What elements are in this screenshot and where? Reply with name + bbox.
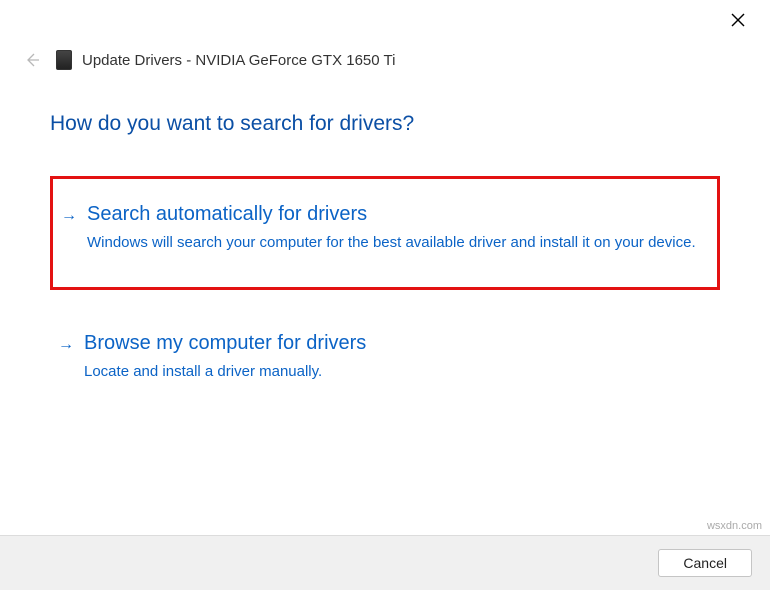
window-title: Update Drivers - NVIDIA GeForce GTX 1650… — [82, 52, 395, 69]
cancel-button[interactable]: Cancel — [658, 549, 752, 577]
option-body: Browse my computer for drivers Locate an… — [84, 332, 706, 382]
option-search-automatically[interactable]: → Search automatically for drivers Windo… — [50, 176, 720, 290]
option-browse-computer[interactable]: → Browse my computer for drivers Locate … — [50, 314, 720, 402]
device-icon — [56, 50, 72, 70]
option-description: Locate and install a driver manually. — [84, 361, 706, 382]
footer: Cancel — [0, 535, 770, 590]
back-button[interactable] — [20, 48, 44, 72]
option-body: Search automatically for drivers Windows… — [87, 203, 703, 253]
watermark: wsxdn.com — [707, 520, 762, 532]
close-button[interactable] — [728, 10, 748, 30]
arrow-right-icon: → — [61, 207, 77, 225]
arrow-left-icon — [24, 52, 40, 68]
close-icon — [731, 13, 745, 27]
content-area: How do you want to search for drivers? →… — [0, 72, 770, 402]
option-title: Search automatically for drivers — [87, 203, 703, 226]
arrow-right-icon: → — [58, 336, 74, 354]
option-title: Browse my computer for drivers — [84, 332, 706, 355]
option-description: Windows will search your computer for th… — [87, 232, 703, 253]
header: Update Drivers - NVIDIA GeForce GTX 1650… — [0, 0, 770, 72]
question-heading: How do you want to search for drivers? — [50, 112, 720, 136]
